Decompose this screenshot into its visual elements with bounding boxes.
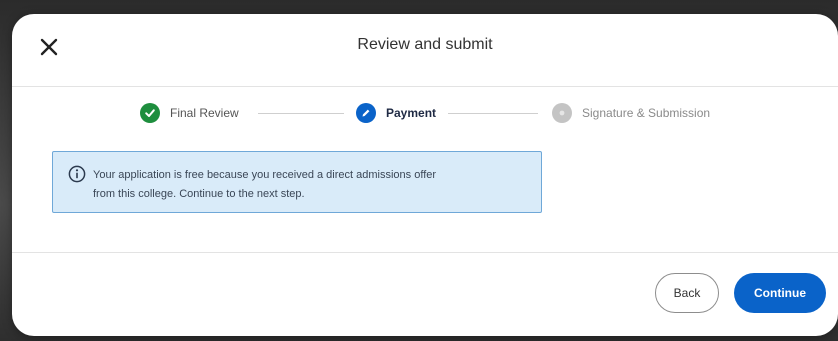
checkmark-icon [140, 103, 160, 123]
progress-stepper: Final Review Payment Signature & Submiss… [12, 102, 838, 124]
info-banner: Your application is free because you rec… [52, 151, 542, 213]
step-label-signature-submission: Signature & Submission [582, 106, 711, 120]
step-final-review: Final Review [140, 102, 239, 124]
info-banner-line-1: Your application is free because you rec… [93, 169, 437, 181]
step-label-final-review: Final Review [170, 106, 239, 120]
footer-divider [12, 252, 838, 253]
step-label-payment: Payment [386, 106, 437, 120]
step-signature-submission: Signature & Submission [552, 102, 710, 124]
step-connector [258, 113, 344, 114]
step-payment: Payment [356, 102, 436, 124]
info-icon [68, 165, 86, 183]
back-button[interactable]: Back [655, 273, 719, 313]
info-banner-text: Your application is free because you rec… [93, 166, 523, 204]
review-submit-dialog: Review and submit Final Review Payment S… [12, 14, 838, 336]
dialog-title: Review and submit [357, 36, 493, 53]
continue-button[interactable]: Continue [734, 273, 826, 313]
header-divider [12, 86, 838, 87]
pencil-icon [356, 103, 376, 123]
info-banner-line-2: from this college. Continue to the next … [93, 188, 305, 200]
step-connector [448, 113, 538, 114]
step-number-icon [552, 103, 572, 123]
